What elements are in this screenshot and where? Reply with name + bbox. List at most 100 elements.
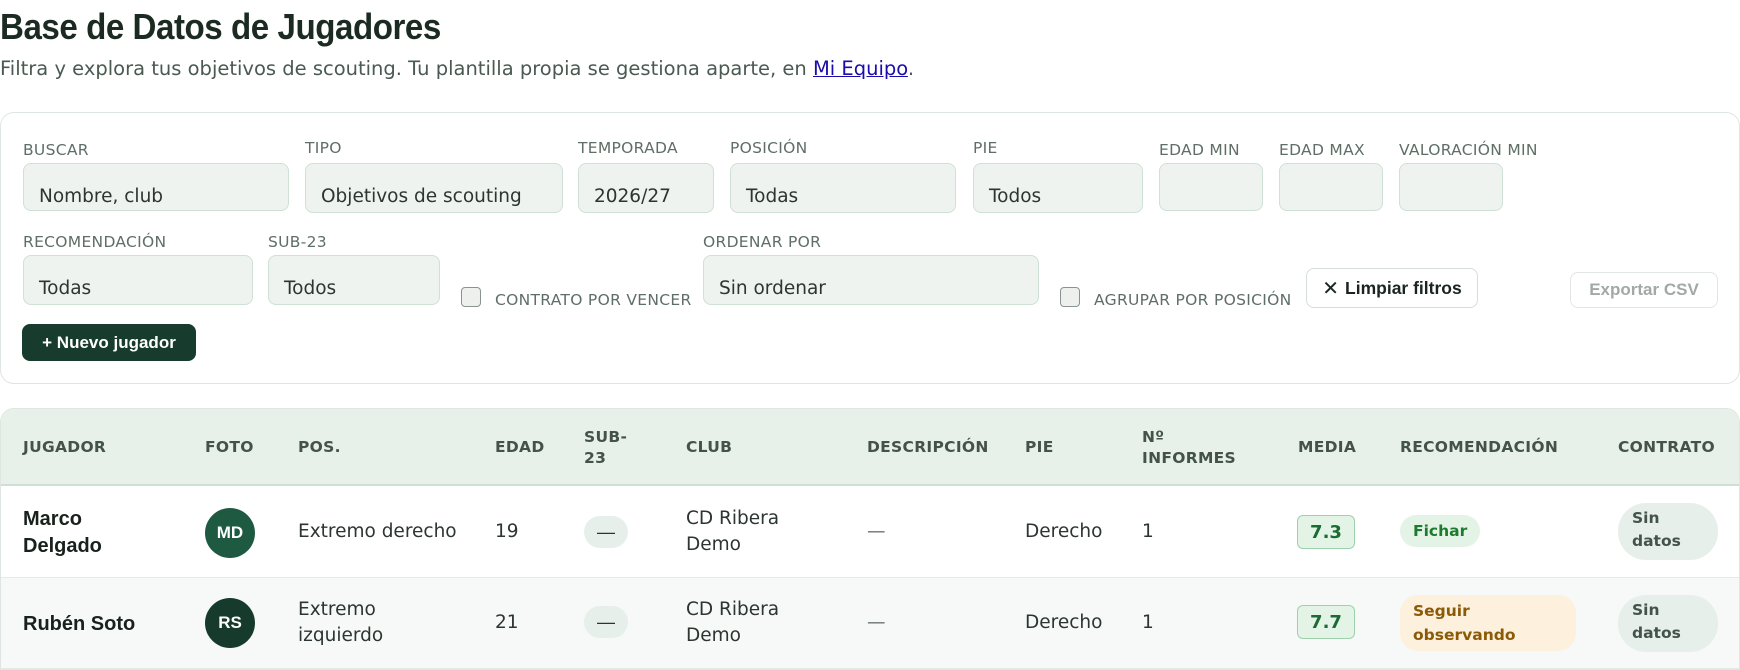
player-position: Extremo derecho	[298, 521, 457, 542]
th-sub23[interactable]: SUB- 23	[584, 427, 627, 469]
player-position: Extremo izquierdo	[298, 597, 383, 649]
page-title: Base de Datos de Jugadores	[0, 6, 441, 47]
ordenar-select[interactable]: Sin ordenar	[703, 255, 1039, 305]
contract-badge: Sin datos	[1618, 595, 1718, 652]
sub23-label: SUB-23	[268, 233, 327, 251]
pie-select[interactable]: Todos	[973, 163, 1143, 213]
average-score-badge: 7.7	[1297, 605, 1355, 639]
player-name[interactable]: Rubén Soto	[23, 611, 135, 638]
player-name[interactable]: Marco Delgado	[23, 506, 102, 560]
clear-filters-label: Limpiar filtros	[1345, 277, 1462, 298]
club-line2: Demo	[686, 625, 741, 646]
posicion-label: POSICIÓN	[730, 139, 808, 157]
filter-panel: BUSCAR Nombre, club TIPO Objetivos de sc…	[0, 112, 1740, 384]
contract-line1: Sin	[1632, 601, 1660, 619]
th-informes-line2: INFORMES	[1142, 449, 1237, 467]
table-row[interactable]: Marco Delgado MD Extremo derecho 19 — CD …	[1, 487, 1739, 578]
sub23-badge: —	[584, 606, 628, 638]
average-score-badge: 7.3	[1297, 515, 1355, 549]
valoracion-min-input[interactable]	[1399, 163, 1503, 211]
club-line1: CD Ribera	[686, 599, 780, 620]
temporada-field: TEMPORADA 2026/27	[578, 139, 714, 213]
th-pie[interactable]: PIE	[1025, 437, 1054, 458]
table-row[interactable]: Rubén Soto RS Extremo izquierdo 21 — CD R…	[1, 578, 1739, 669]
search-input[interactable]: Nombre, club	[23, 163, 289, 211]
clear-filters-button[interactable]: ✕ Limpiar filtros	[1306, 268, 1478, 308]
club-line1: CD Ribera	[686, 508, 780, 529]
contract-badge: Sin datos	[1618, 503, 1718, 560]
th-media[interactable]: MEDIA	[1298, 437, 1356, 458]
valoracion-min-label: VALORACIÓN MIN	[1399, 141, 1538, 159]
mi-equipo-link[interactable]: Mi Equipo	[813, 57, 908, 80]
valoracion-min-field: VALORACIÓN MIN	[1399, 141, 1538, 211]
export-csv-button[interactable]: Exportar CSV	[1570, 272, 1718, 308]
contrato-vencer-label: CONTRATO POR VENCER	[495, 291, 692, 309]
player-age: 21	[495, 612, 519, 633]
subtitle-text: Filtra y explora tus objetivos de scouti…	[0, 57, 813, 80]
player-description: —	[867, 521, 886, 542]
recommendation-badge: Seguir observando	[1400, 595, 1576, 651]
temporada-select[interactable]: 2026/27	[578, 163, 714, 213]
table-header: JUGADOR FOTO POS. EDAD SUB- 23 CLUB DESCR…	[1, 409, 1739, 486]
recommendation-text: Fichar	[1413, 522, 1468, 540]
recommendation-line2: observando	[1413, 626, 1516, 644]
recommendation-text: Seguir observando	[1413, 599, 1515, 647]
edad-max-field: EDAD MAX	[1279, 141, 1383, 211]
position-line1: Extremo	[298, 599, 376, 620]
th-pos[interactable]: POS.	[298, 437, 341, 458]
sub23-field: SUB-23 Todos	[268, 233, 440, 305]
th-sub23-line2: 23	[584, 449, 607, 467]
pie-field: PIE Todos	[973, 139, 1143, 213]
avatar: MD	[205, 508, 255, 558]
th-club[interactable]: CLUB	[686, 437, 732, 458]
player-report-count: 1	[1142, 612, 1154, 633]
pie-label: PIE	[973, 139, 998, 157]
page-subtitle: Filtra y explora tus objetivos de scouti…	[0, 57, 914, 80]
player-description: —	[867, 612, 886, 633]
contract-line2: datos	[1632, 624, 1681, 642]
club-line2: Demo	[686, 534, 741, 555]
recomendacion-field: RECOMENDACIÓN Todas	[23, 233, 253, 305]
sub23-select[interactable]: Todos	[268, 255, 440, 305]
sub23-badge: —	[584, 516, 628, 548]
avatar: RS	[205, 598, 255, 648]
tipo-select[interactable]: Objetivos de scouting	[305, 163, 563, 213]
agrupar-toggle[interactable]: AGRUPAR POR POSICIÓN	[1060, 285, 1292, 309]
temporada-label: TEMPORADA	[578, 139, 678, 157]
recomendacion-select[interactable]: Todas	[23, 255, 253, 305]
agrupar-checkbox[interactable]	[1060, 287, 1080, 307]
search-label: BUSCAR	[23, 141, 89, 159]
contrato-vencer-checkbox[interactable]	[461, 287, 481, 307]
th-contrato[interactable]: CONTRATO	[1618, 437, 1715, 458]
search-field: BUSCAR Nombre, club	[23, 141, 289, 211]
player-report-count: 1	[1142, 521, 1154, 542]
th-informes[interactable]: Nº INFORMES	[1142, 427, 1236, 469]
th-edad[interactable]: EDAD	[495, 437, 545, 458]
player-name-line2: Delgado	[23, 535, 102, 557]
player-club: CD Ribera Demo	[686, 506, 779, 558]
th-sub23-line1: SUB-	[584, 428, 628, 446]
posicion-select[interactable]: Todas	[730, 163, 956, 213]
player-name-line1: Marco	[23, 508, 82, 530]
th-descripcion: DESCRIPCIÓN	[867, 438, 989, 456]
player-age: 19	[495, 521, 519, 542]
edad-min-field: EDAD MIN	[1159, 141, 1263, 211]
th-jugador[interactable]: JUGADOR	[23, 437, 106, 458]
ordenar-label: ORDENAR POR	[703, 233, 822, 251]
tipo-field: TIPO Objetivos de scouting	[305, 139, 563, 213]
player-foot: Derecho	[1025, 612, 1103, 633]
th-foto: FOTO	[205, 438, 254, 456]
th-informes-line1: Nº	[1142, 428, 1165, 446]
th-recomendacion[interactable]: RECOMENDACIÓN	[1400, 437, 1558, 458]
agrupar-label: AGRUPAR POR POSICIÓN	[1094, 291, 1292, 309]
recommendation-line1: Seguir	[1413, 602, 1470, 620]
tipo-label: TIPO	[305, 139, 342, 157]
recommendation-badge: Fichar	[1400, 515, 1481, 547]
edad-min-input[interactable]	[1159, 163, 1263, 211]
contrato-vencer-toggle[interactable]: CONTRATO POR VENCER	[461, 285, 692, 309]
edad-max-label: EDAD MAX	[1279, 141, 1365, 159]
new-player-button[interactable]: + Nuevo jugador	[22, 324, 196, 361]
posicion-field: POSICIÓN Todas	[730, 139, 956, 213]
players-table: JUGADOR FOTO POS. EDAD SUB- 23 CLUB DESCR…	[0, 408, 1740, 670]
edad-max-input[interactable]	[1279, 163, 1383, 211]
